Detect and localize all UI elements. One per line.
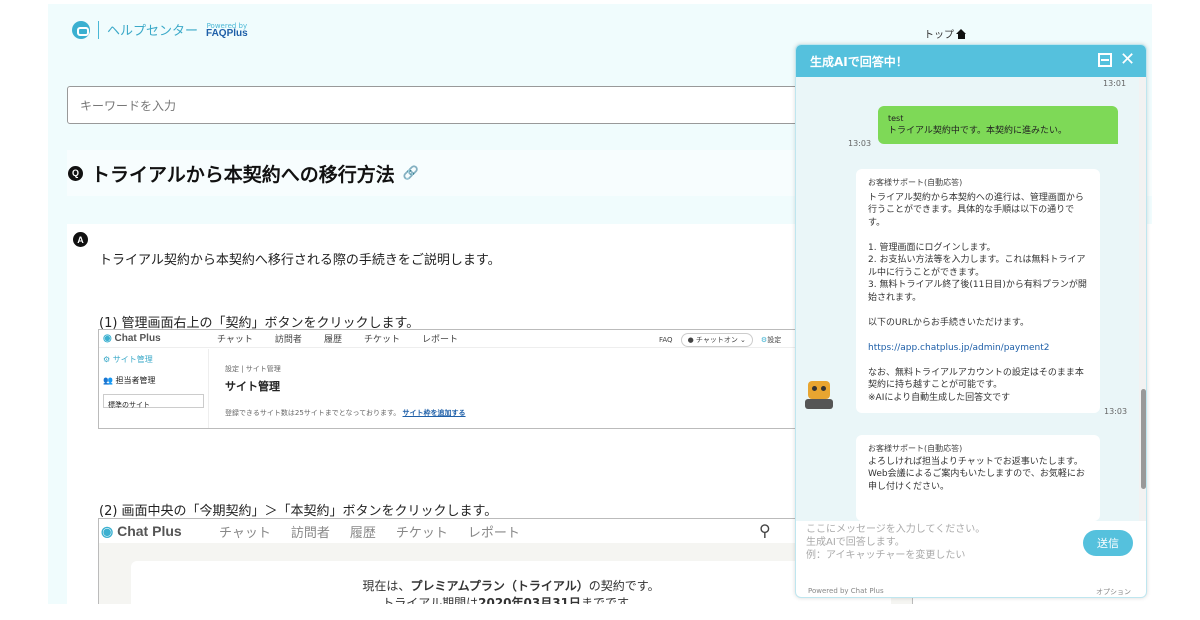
- bot-name: お客様サポート(自動応答): [868, 178, 963, 187]
- question-mark-badge: Q: [68, 165, 83, 181]
- step-2-text: (2) 画面中央の「今期契約」＞「本契約」ボタンをクリックします。: [99, 504, 498, 519]
- message-time: 13:03: [1104, 407, 1128, 416]
- shot1-side-label: サイト管理: [112, 355, 153, 364]
- shot1-site-select: 標準のサイト: [103, 394, 204, 409]
- shot2-nav-item: チケット: [395, 525, 448, 541]
- shot2-logo: ◉ Chat Plus: [101, 522, 182, 539]
- payment-link[interactable]: https://app.chatplus.jp/admin/payment2: [868, 342, 1088, 355]
- bot-message-text: Web会議によるご案内もいたしますので、お気軽にお申し付けください。: [868, 469, 1085, 492]
- bot-message-text: ※AIにより自動生成した回答文です: [868, 392, 1011, 403]
- search-icon: ⚲: [759, 521, 771, 540]
- help-center-logo[interactable]: ヘルプセンター Powered by FAQPlus: [72, 20, 248, 39]
- bot-name: お客様サポート(自動応答): [868, 444, 963, 453]
- minimize-icon[interactable]: [1098, 53, 1112, 67]
- scrollbar-thumb[interactable]: [1141, 389, 1146, 489]
- input-placeholder-line: 生成AIで回答します。: [806, 537, 905, 548]
- home-icon: [956, 28, 967, 39]
- chat-widget: 生成AIで回答中！ ✕ 13:01 test トライアル契約中です。本契約に進み…: [795, 44, 1147, 598]
- chat-bubble-logo-icon: [72, 20, 90, 39]
- screenshot-site-management: ◉ Chat Plus チャット 訪問者 履歴 チケット レポート FAQ ● …: [98, 329, 798, 429]
- bot-message-text: 3. 無料トライアル終了後(11日目)から有料プランが開始されます。: [868, 280, 1087, 303]
- input-placeholder-line: 例：アイキャッチャーを変更したい: [806, 550, 966, 561]
- chat-widget-header: 生成AIで回答中！ ✕: [796, 45, 1146, 77]
- shot1-nav-item: 訪問者: [274, 335, 302, 345]
- faq-plus-badge: Powered by FAQPlus: [206, 22, 248, 39]
- shot2-nav-item: 履歴: [349, 525, 376, 541]
- chat-message-input[interactable]: ここにメッセージを入力してください。 生成AIで回答します。 例：アイキャッチャ…: [806, 523, 1056, 562]
- shot1-settings: ⚙設定: [761, 335, 781, 345]
- shot1-nav-item: 履歴: [323, 335, 342, 345]
- bot-message-text: 以下のURLからお手続きいただけます。: [868, 317, 1029, 328]
- shot2-nav-item: チャット: [219, 525, 271, 541]
- shot1-logo-text: Chat Plus: [114, 333, 161, 344]
- shot2-plan-name: プレミアムプラン（トライアル）: [410, 579, 589, 593]
- bot-message-text: なお、無料トライアルアカウントの設定はそのまま本契約に持ち越すことが可能です。: [868, 367, 1084, 391]
- shot1-side-label: 担当者管理: [115, 376, 156, 385]
- bot-message-text: 1. 管理画面にログインします。: [868, 242, 996, 253]
- message-time: 13:01: [1103, 79, 1127, 88]
- shot1-settings-label: 設定: [767, 336, 782, 344]
- shot2-text: トライアル期間は: [382, 596, 479, 604]
- shot2-text: までです。: [580, 596, 640, 604]
- faq-plus-logo: FAQPlus: [206, 27, 248, 39]
- shot2-nav-item: レポート: [467, 525, 520, 541]
- shot2-text: 現在は、: [362, 579, 411, 593]
- users-icon: 👥: [103, 376, 113, 385]
- close-icon[interactable]: ✕: [1120, 49, 1135, 70]
- shot2-nav-item: 訪問者: [290, 525, 330, 541]
- shot1-sidebar: ⚙ サイト管理 👥 担当者管理 標準のサイト: [99, 349, 209, 428]
- shot2-nav: ◉ Chat Plus チャット 訪問者 履歴 チケット レポート ⚲: [99, 519, 912, 543]
- bot-message-text: 2. お支払い方法等を入力します。これは無料トライアル中に行うことができます。: [868, 255, 1086, 278]
- chat-messages[interactable]: 13:01 test トライアル契約中です。本契約に進みたい。 13:03 お客…: [796, 77, 1139, 521]
- shot1-page-title: サイト管理: [225, 380, 280, 393]
- shot1-side-item: 👥 担当者管理: [99, 370, 208, 391]
- shot1-note: 登録できるサイト数は25サイトまでとなっております。: [225, 409, 401, 417]
- bot-message: お客様サポート(自動応答) よろしければ担当よりチャットでお返事いたします。 W…: [856, 435, 1100, 521]
- user-name: test: [888, 114, 904, 123]
- shot1-side-item: ⚙ サイト管理: [99, 349, 208, 370]
- shot2-logo-text: Chat Plus: [117, 522, 182, 539]
- shot2-contract-card: 現在は、プレミアムプラン（トライアル）の契約です。 トライアル期間は2020年0…: [131, 561, 891, 604]
- gear-icon: ⚙: [103, 355, 111, 364]
- user-message: test トライアル契約中です。本契約に進みたい。: [878, 106, 1118, 144]
- bot-message-text: よろしければ担当よりチャットでお返事いたします。: [868, 456, 1083, 467]
- shot2-trial-end: 2020年03月31日: [478, 596, 581, 604]
- shot2-text: の契約です。: [588, 579, 660, 593]
- question-title: トライアルから本契約への移行方法: [91, 163, 395, 186]
- shot1-add-site-link: サイト枠を追加する: [402, 409, 466, 417]
- header-divider: [98, 20, 99, 39]
- screenshot-contract: ◉ Chat Plus チャット 訪問者 履歴 チケット レポート ⚲ 現在は、…: [98, 518, 913, 604]
- options-link[interactable]: オプション: [1096, 587, 1131, 597]
- shot1-faq-badge: FAQ: [659, 336, 673, 344]
- powered-by-footer[interactable]: Powered by Chat Plus: [808, 587, 884, 595]
- shot2-line-2: トライアル期間は2020年03月31日までです。: [131, 594, 891, 604]
- robot-avatar-icon: [802, 377, 836, 411]
- search-input[interactable]: キーワードを入力: [67, 86, 827, 124]
- shot1-main: 設定 | サイト管理 サイト管理 登録できるサイト数は25サイトまでとなっており…: [225, 364, 466, 418]
- chat-widget-title: 生成AIで回答中！: [810, 54, 908, 69]
- shot1-nav: ◉ Chat Plus チャット 訪問者 履歴 チケット レポート FAQ ● …: [99, 330, 797, 348]
- bot-message: お客様サポート(自動応答) トライアル契約から本契約への進行は、管理画面から行う…: [856, 169, 1100, 413]
- top-link-label: トップ: [924, 30, 954, 41]
- shot1-status-pill: ● チャットオン ⌄: [680, 333, 753, 347]
- answer-intro: トライアル契約から本契約へ移行される際の手続きをご説明します。: [99, 253, 501, 268]
- chat-scrollbar[interactable]: [1139, 77, 1146, 521]
- bot-message-text: トライアル契約から本契約への進行は、管理画面から行うことができます。具体的な手順…: [868, 192, 1084, 228]
- user-message-text: トライアル契約中です。本契約に進みたい。: [888, 126, 1068, 136]
- message-time: 13:03: [848, 139, 872, 148]
- shot1-breadcrumb: 設定 | サイト管理: [225, 365, 281, 373]
- send-button[interactable]: 送信: [1083, 530, 1133, 556]
- shot2-line-1: 現在は、プレミアムプラン（トライアル）の契約です。: [131, 577, 891, 594]
- permalink-icon[interactable]: 🔗: [403, 166, 419, 181]
- header-title: ヘルプセンター: [107, 24, 199, 39]
- shot1-right-controls: FAQ ● チャットオン ⌄ ⚙設定: [659, 333, 781, 347]
- shot1-nav-item: チケット: [363, 335, 400, 345]
- input-placeholder-line: ここにメッセージを入力してください。: [806, 524, 986, 535]
- answer-mark-badge: A: [73, 232, 88, 247]
- top-link[interactable]: トップ: [924, 26, 967, 41]
- shot1-nav-item: チャット: [217, 335, 253, 345]
- shot1-logo: ◉ Chat Plus: [103, 333, 161, 344]
- shot1-nav-item: レポート: [421, 335, 458, 345]
